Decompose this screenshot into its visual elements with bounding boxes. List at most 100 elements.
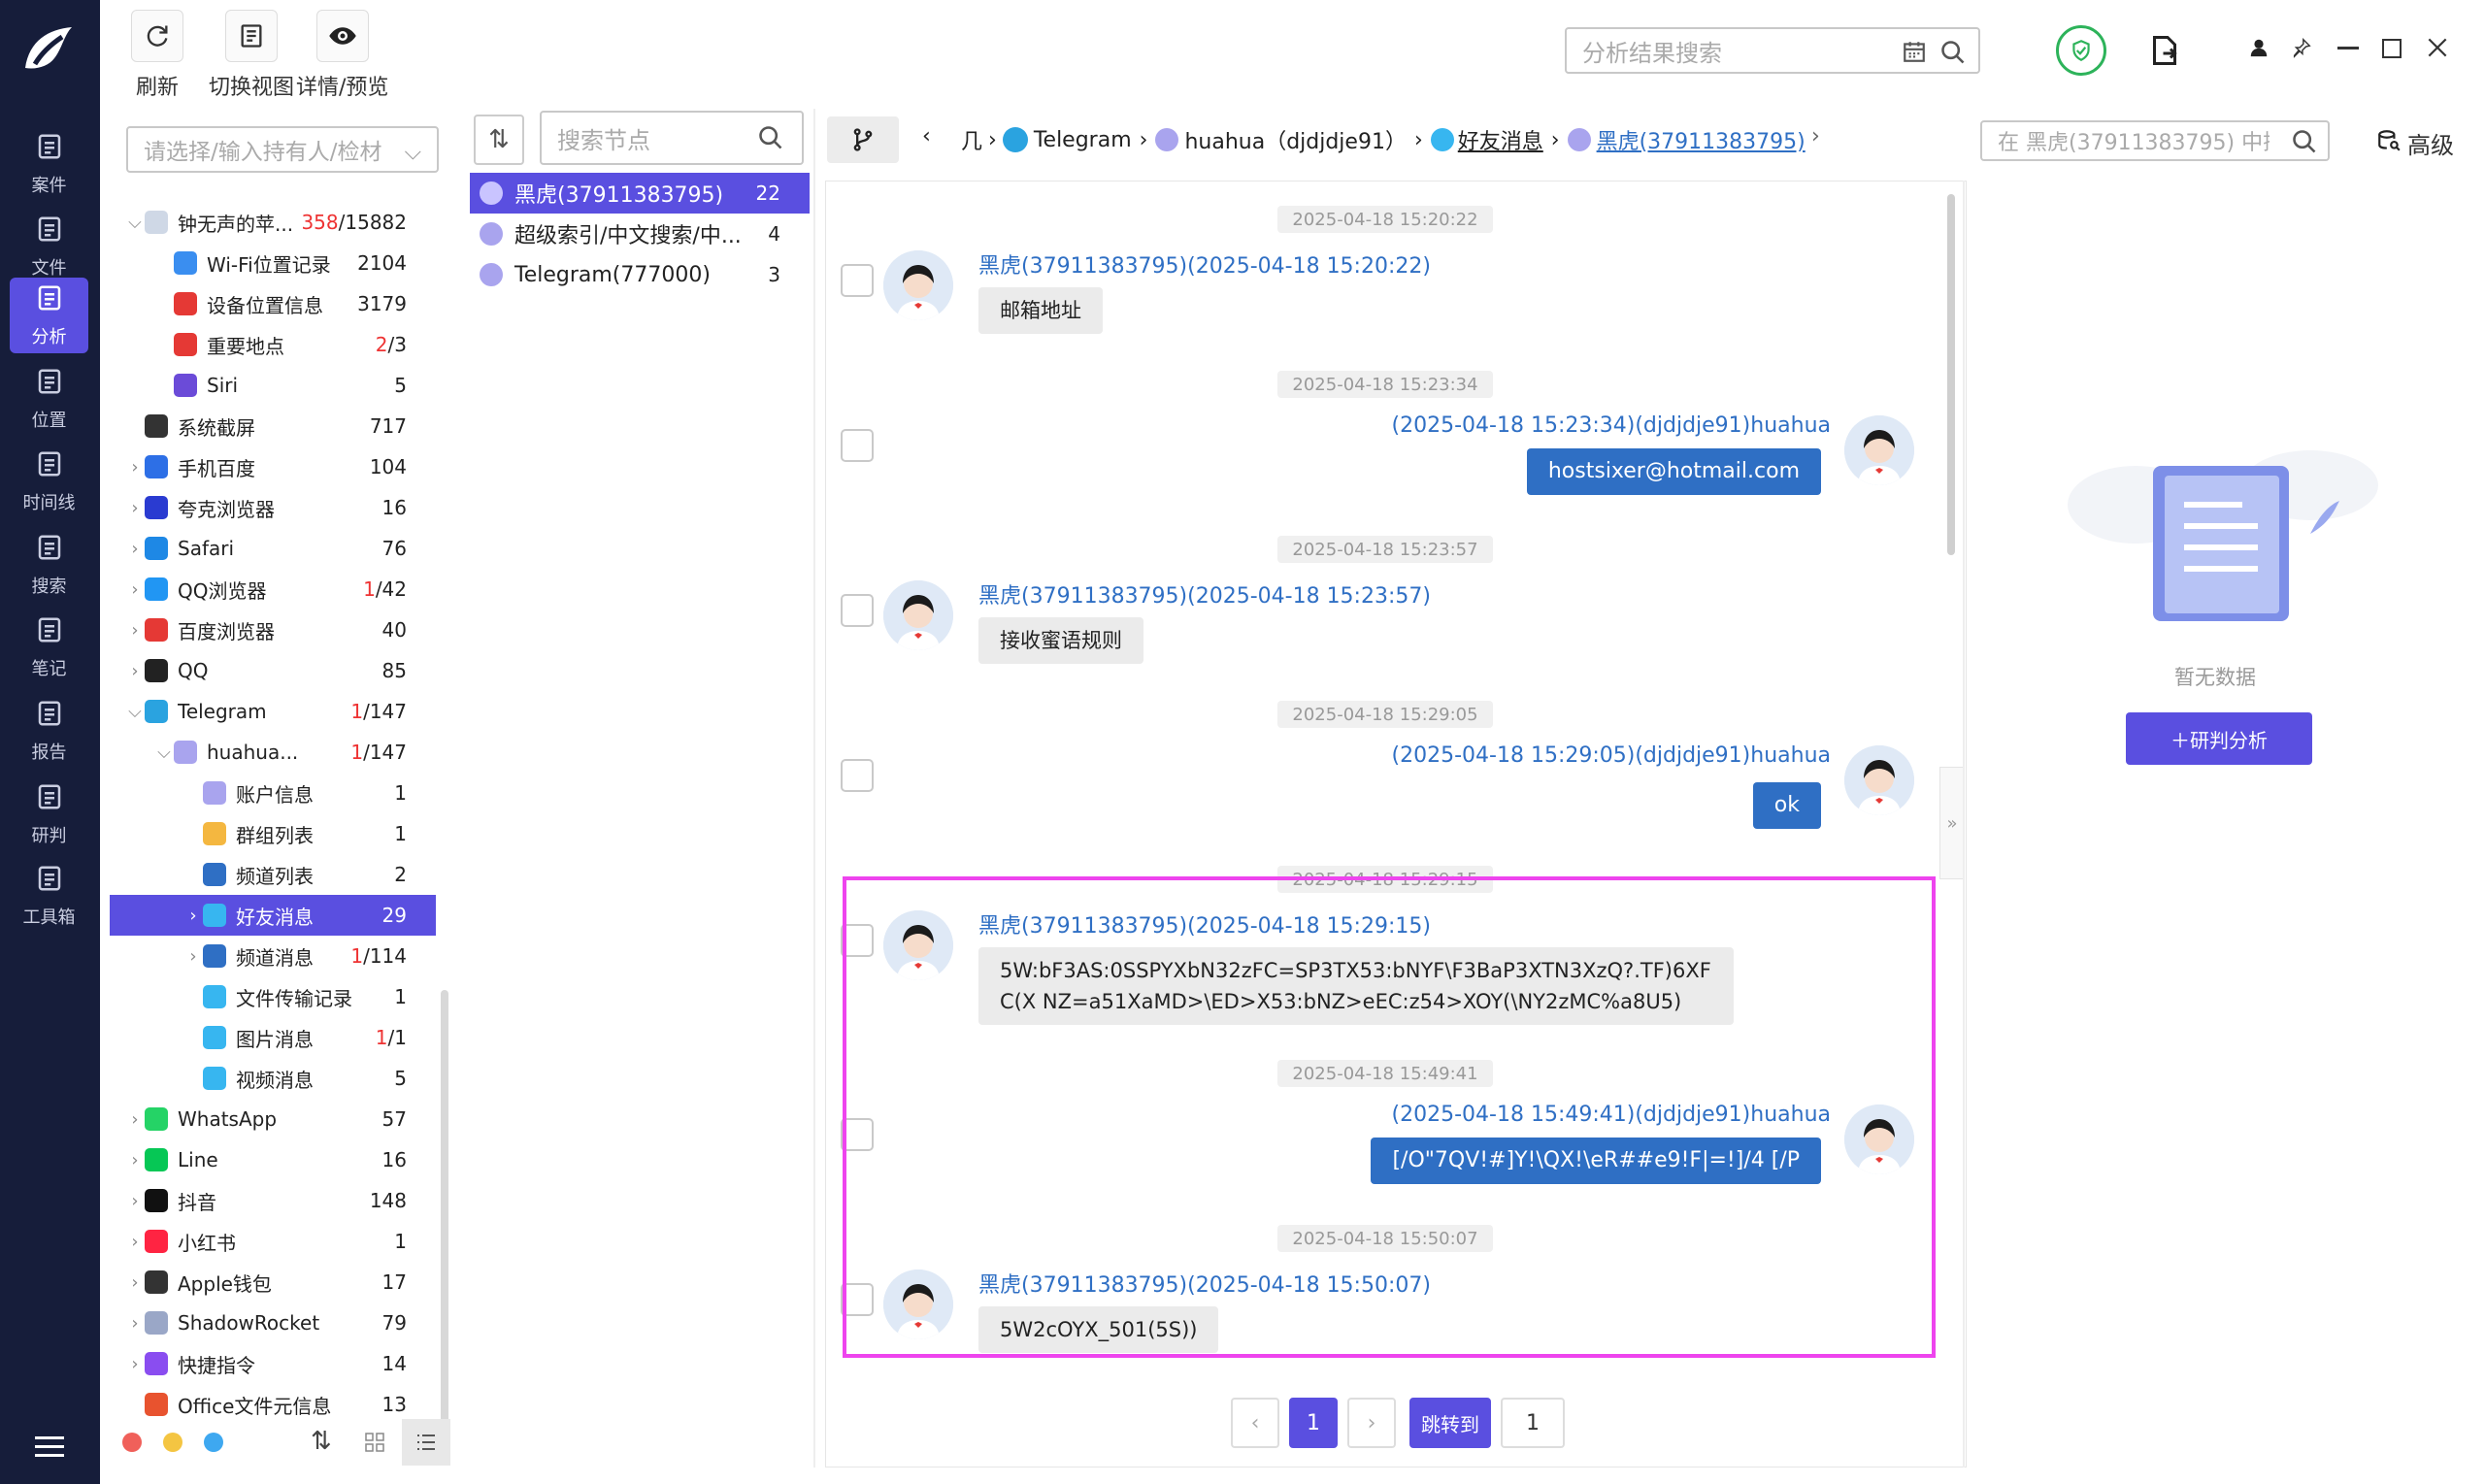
breadcrumb-item[interactable]: 好友消息 [1458,124,1543,155]
breadcrumb-forward-icon[interactable]: › [1811,124,1820,148]
page-input[interactable]: 1 [1501,1398,1565,1448]
tree-item[interactable]: 视频消息 5 [110,1058,436,1099]
avatar[interactable] [1844,415,1914,485]
branch-icon[interactable] [827,116,899,163]
judge-analysis-button[interactable]: ＋研判分析 [2126,712,2312,765]
shield-check-icon[interactable] [2056,25,2106,76]
nav-item-7[interactable]: 报告 [10,693,88,769]
pin-icon[interactable] [2291,37,2312,62]
tree-item[interactable]: › 快捷指令 14 [110,1343,436,1384]
list-view-icon[interactable] [402,1419,450,1466]
tree-item[interactable]: › Line 16 [110,1139,436,1180]
message-bubble[interactable]: ok [1752,782,1821,829]
breadcrumb-item[interactable]: Telegram [1034,128,1132,152]
message-checkbox[interactable] [841,594,874,627]
nav-item-6[interactable]: 笔记 [10,610,88,685]
tree-item[interactable]: › 频道消息 1/114 [110,936,436,976]
tree-item[interactable]: › Safari 76 [110,528,436,569]
close-icon[interactable] [2425,35,2450,64]
nav-item-8[interactable]: 研判 [10,776,88,852]
breadcrumb-item[interactable]: 黑虎(37911383795) [1597,124,1806,155]
chevron-down-icon[interactable]: ⌵ [125,702,145,722]
message-sender[interactable]: 黑虎(37911383795)(2025-04-18 15:20:22) [978,248,1431,280]
node-item[interactable]: 黑虎(37911383795) 22 [470,173,810,214]
tree-item[interactable]: Office文件元信息 13 [110,1384,436,1425]
export-icon[interactable] [2147,33,2182,72]
calendar-icon[interactable] [1901,39,1928,70]
next-page-button[interactable]: › [1347,1398,1396,1448]
nav-item-5[interactable]: 搜索 [10,527,88,603]
tree-item[interactable]: ⌵ huahua... 1/147 [110,732,436,773]
tree-item[interactable]: ⌵ Telegram 1/147 [110,691,436,732]
tree-scrollbar[interactable] [441,990,448,1427]
chevron-right-icon[interactable]: › [125,1109,145,1130]
chevron-right-icon[interactable]: › [125,457,145,478]
chevron-right-icon[interactable]: › [125,1191,145,1211]
search-icon[interactable] [1939,39,1967,72]
chevron-right-icon[interactable]: › [183,906,203,926]
chevron-right-icon[interactable]: › [125,661,145,681]
advanced-search-button[interactable]: 高级 [2376,126,2454,160]
avatar[interactable] [883,580,953,650]
tree-item[interactable]: 群组列表 1 [110,813,436,854]
nav-item-4[interactable]: 时间线 [10,444,88,519]
chevron-right-icon[interactable]: › [125,539,145,559]
expand-panel-icon[interactable]: » [1939,767,1965,879]
avatar[interactable] [1844,745,1914,815]
jump-to-button[interactable]: 跳转到 [1409,1398,1491,1448]
page-1-button[interactable]: 1 [1289,1398,1338,1448]
tree-item[interactable]: › Apple钱包 17 [110,1262,436,1303]
chevron-right-icon[interactable]: › [125,1232,145,1252]
search-icon[interactable] [757,124,784,157]
tree-item[interactable]: Siri 5 [110,365,436,406]
prev-page-button[interactable]: ‹ [1231,1398,1279,1448]
breadcrumb-back-icon[interactable]: ‹ [922,124,931,148]
tree-item[interactable]: › 好友消息 29 [110,895,436,936]
search-icon[interactable] [2291,128,2318,161]
chevron-right-icon[interactable]: › [125,620,145,641]
chevron-right-icon[interactable]: › [125,579,145,600]
tree-item[interactable]: › 抖音 148 [110,1180,436,1221]
message-checkbox[interactable] [841,759,874,792]
message-bubble[interactable]: 邮箱地址 [978,287,1103,334]
chevron-right-icon[interactable]: › [183,946,203,967]
message-checkbox[interactable] [841,429,874,462]
tree-item[interactable]: ⌵ 钟无声的苹... 358/15882 [110,202,436,243]
user-icon[interactable] [2248,37,2270,62]
tree-item[interactable]: 设备位置信息 3179 [110,283,436,324]
message-sender[interactable]: 黑虎(37911383795)(2025-04-18 15:23:57) [978,578,1431,610]
grid-view-icon[interactable] [363,1431,386,1458]
holder-select[interactable]: 请选择/输入持有人/检材 ⌵ [126,126,439,173]
chevron-right-icon[interactable]: › [125,1150,145,1171]
nav-item-0[interactable]: 案件 [10,126,88,202]
blue-dot-icon[interactable] [204,1433,223,1452]
nav-item-3[interactable]: 位置 [10,361,88,437]
chevron-down-icon[interactable]: ⌵ [125,213,145,233]
chevron-down-icon[interactable]: ⌵ [154,742,174,763]
message-sender[interactable]: (2025-04-18 15:23:34)(djdjdje91)huahua [1392,413,1831,438]
sort-icon[interactable]: ⇅ [474,115,524,165]
node-search-input[interactable]: 搜索节点 [540,111,804,165]
tree-item[interactable]: Wi-Fi位置记录 2104 [110,243,436,283]
nav-item-9[interactable]: 工具箱 [10,858,88,934]
message-checkbox[interactable] [841,264,874,297]
nav-item-2[interactable]: 分析 [10,278,88,353]
tree-item[interactable]: 账户信息 1 [110,773,436,813]
yellow-dot-icon[interactable] [163,1433,182,1452]
tree-item[interactable]: 系统截屏 717 [110,406,436,446]
tree-item[interactable]: 图片消息 1/1 [110,1017,436,1058]
collapse-icon[interactable]: ⇅ [311,1427,332,1456]
breadcrumb-item[interactable]: 几 [961,124,982,155]
restore-icon[interactable] [2382,39,2402,58]
menu-icon[interactable] [35,1436,64,1458]
detail-preview-button[interactable]: 详情/预览 [296,10,388,101]
message-sender[interactable]: (2025-04-18 15:29:05)(djdjdje91)huahua [1392,743,1831,768]
tree-item[interactable]: 重要地点 2/3 [110,324,436,365]
tree-item[interactable]: 频道列表 2 [110,854,436,895]
tree-item[interactable]: › WhatsApp 57 [110,1099,436,1139]
tree-item[interactable]: › ShadowRocket 79 [110,1303,436,1343]
tree-item[interactable]: › QQ 85 [110,650,436,691]
chevron-right-icon[interactable]: › [125,1272,145,1293]
result-search-input[interactable]: 分析结果搜索 [1565,27,1980,74]
avatar[interactable] [883,250,953,320]
